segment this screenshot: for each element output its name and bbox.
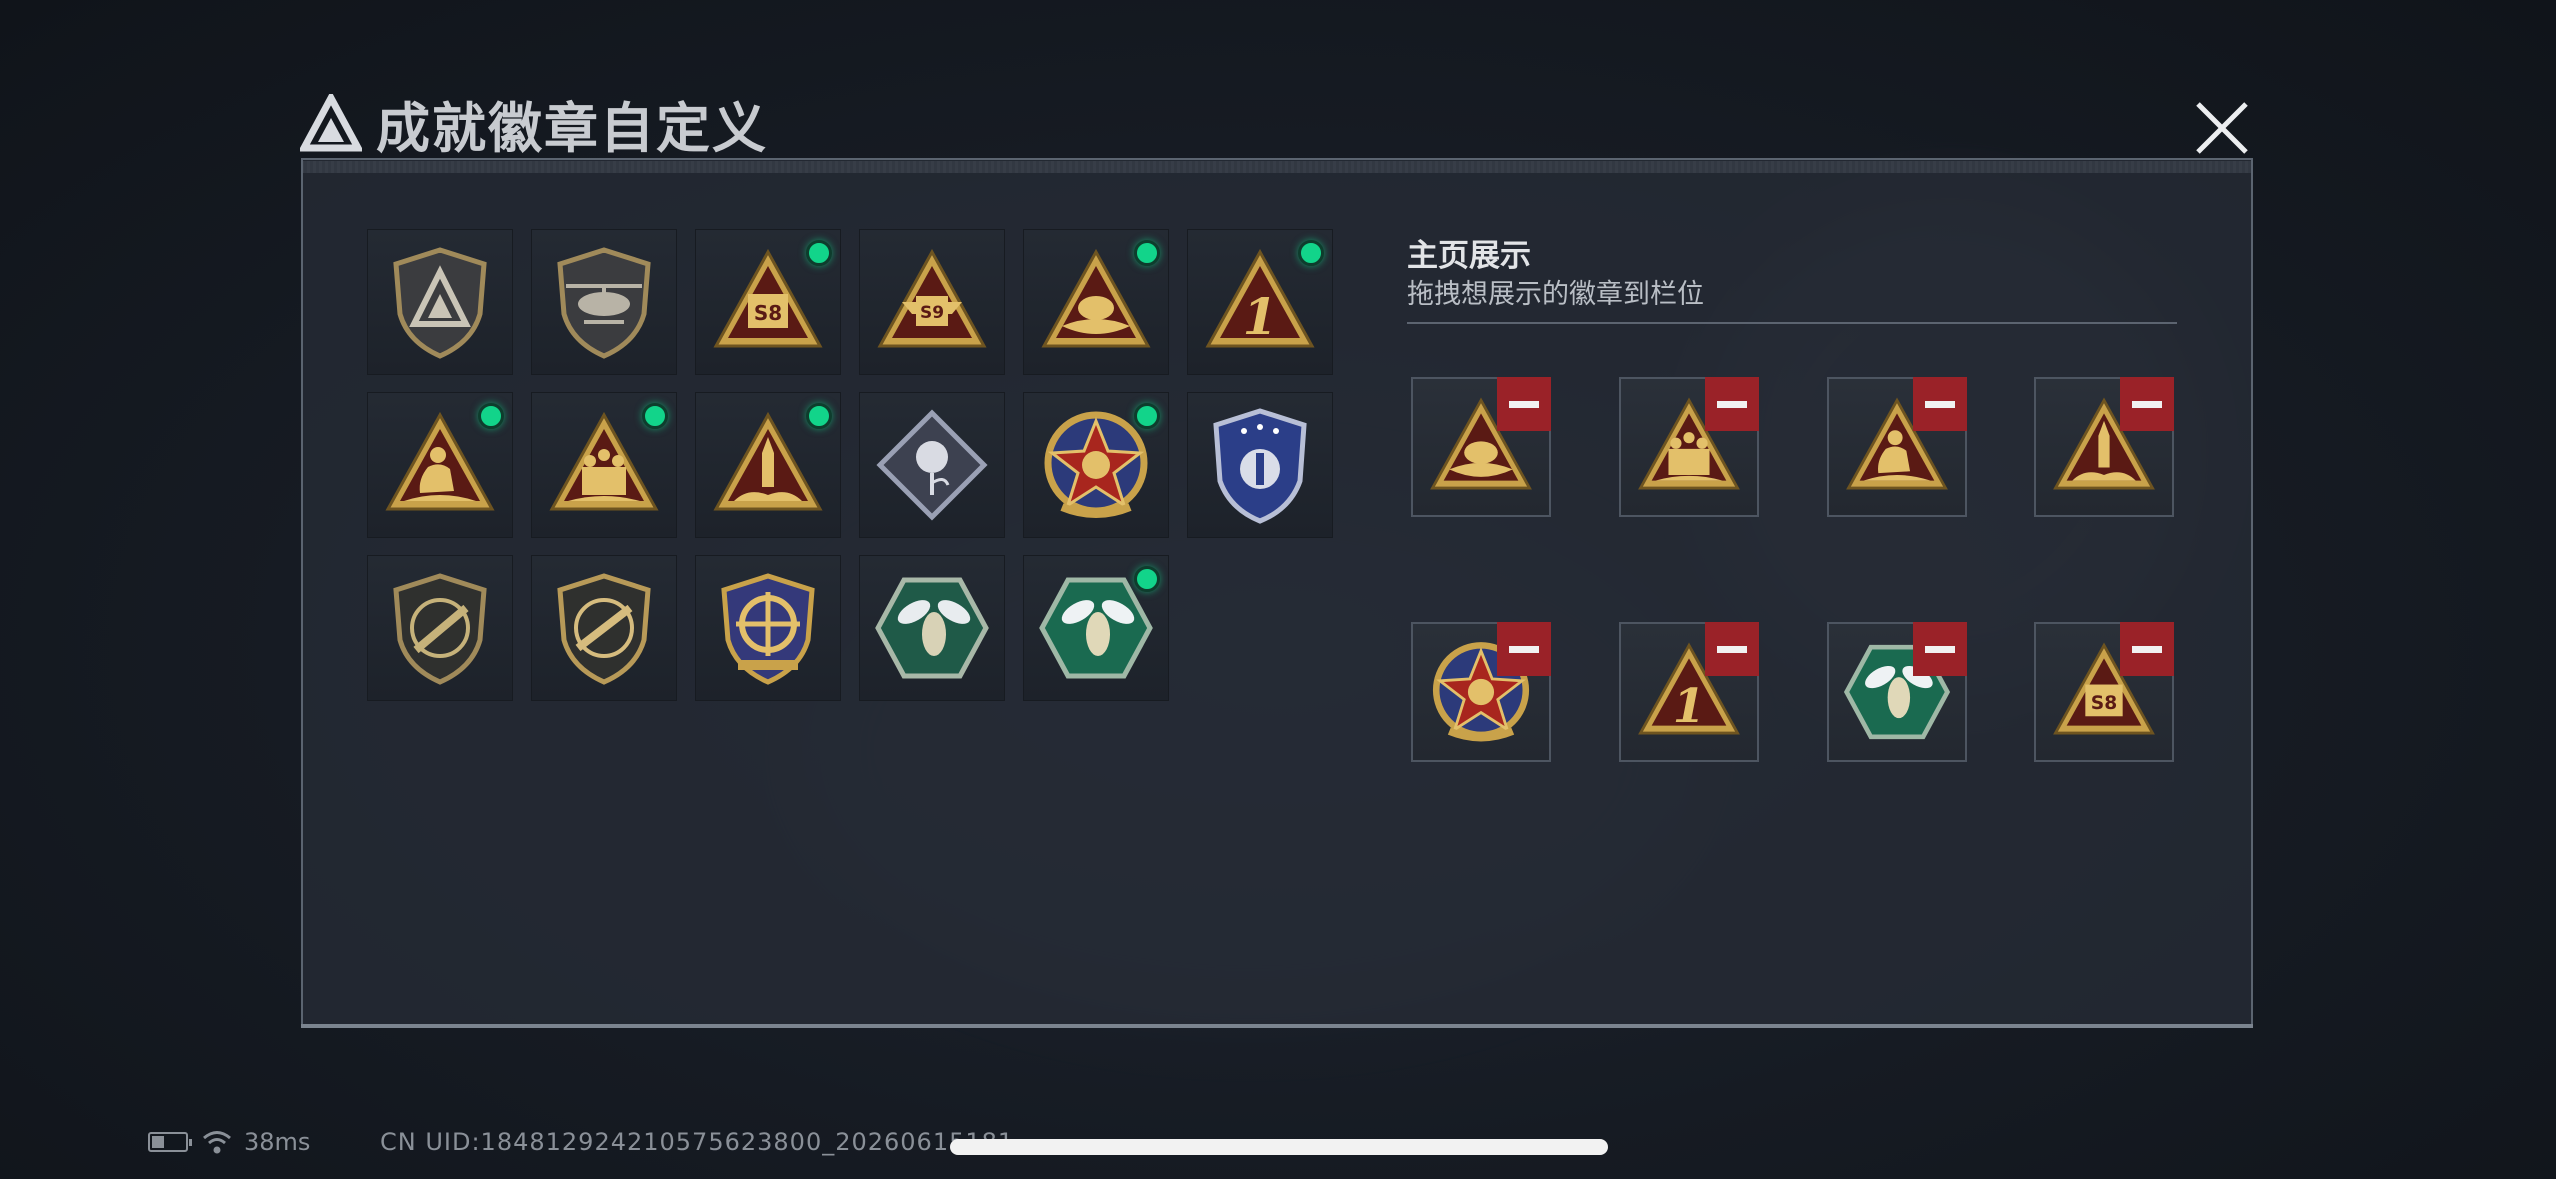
rose-diamond-badge-icon	[876, 409, 988, 521]
crosshair-shield-badge-icon	[721, 573, 815, 685]
svg-text:S8: S8	[754, 301, 782, 325]
badge-cell[interactable]	[859, 555, 1005, 701]
badge-cell[interactable]	[531, 229, 677, 375]
badge-cell[interactable]	[367, 555, 513, 701]
badge-cell[interactable]	[531, 392, 677, 538]
remove-badge-button[interactable]	[1705, 377, 1759, 431]
svg-text:1: 1	[1673, 679, 1705, 734]
showcase-divider	[1407, 322, 2177, 324]
remove-badge-button[interactable]	[1705, 622, 1759, 676]
panel-bottom-border	[301, 1024, 2253, 1028]
new-badge-dot	[806, 403, 832, 429]
showcase-slot[interactable]: S8	[2034, 622, 2174, 762]
badge-cell[interactable]	[695, 392, 841, 538]
showcase-subtitle: 拖拽想展示的徽章到栏位	[1407, 279, 1704, 310]
minus-icon	[1509, 400, 1539, 408]
new-badge-dot	[1134, 240, 1160, 266]
remove-badge-button[interactable]	[1497, 377, 1551, 431]
showcase-slot[interactable]	[1411, 622, 1551, 762]
minus-icon	[2132, 400, 2162, 408]
showcase-slot[interactable]	[1411, 377, 1551, 517]
window-title: 成就徽章自定义	[376, 96, 768, 160]
badge-cell[interactable]: S8	[695, 229, 841, 375]
badge-cell[interactable]	[367, 392, 513, 538]
remove-badge-button[interactable]	[2120, 622, 2174, 676]
shield-helicopter-badge-icon	[557, 247, 651, 359]
uid-text: CN UID:18481292421057562380​0_2026061518…	[380, 1128, 1015, 1156]
remove-badge-button[interactable]	[1913, 622, 1967, 676]
game-logo-icon	[300, 94, 362, 152]
window-header: 成就徽章自定义	[300, 88, 768, 160]
s9-emblem-badge-icon: S9	[877, 248, 987, 348]
showcase-slot[interactable]	[2034, 377, 2174, 517]
minus-icon	[2132, 645, 2162, 653]
svg-text:S8: S8	[2091, 693, 2117, 714]
ping-text: 38ms	[244, 1128, 311, 1156]
remove-badge-button[interactable]	[1913, 377, 1967, 431]
badge-cell[interactable]: 1	[1187, 229, 1333, 375]
showcase-slot[interactable]	[1827, 377, 1967, 517]
battery-icon	[148, 1132, 192, 1152]
minus-icon	[1509, 645, 1539, 653]
showcase-title: 主页展示	[1407, 238, 1531, 274]
remove-badge-button[interactable]	[2120, 377, 2174, 431]
badge-cell[interactable]: S9	[859, 229, 1005, 375]
shield-logo-badge-icon	[393, 247, 487, 359]
new-badge-dot	[1298, 240, 1324, 266]
rifle-shield-badge-icon	[393, 573, 487, 685]
badge-cell[interactable]	[1023, 392, 1169, 538]
minus-icon	[1717, 645, 1747, 653]
badge-cell[interactable]	[1187, 392, 1333, 538]
badge-cell[interactable]	[367, 229, 513, 375]
badge-cell[interactable]	[531, 555, 677, 701]
badge-cell[interactable]	[695, 555, 841, 701]
remove-badge-button[interactable]	[1497, 622, 1551, 676]
new-badge-dot	[1134, 566, 1160, 592]
showcase-slot[interactable]: 1	[1619, 622, 1759, 762]
rifle-shield-gold-badge-icon	[557, 573, 651, 685]
new-badge-dot	[642, 403, 668, 429]
svg-text:1: 1	[1243, 287, 1278, 346]
minus-icon	[1925, 400, 1955, 408]
badge-cell[interactable]	[1023, 555, 1169, 701]
wifi-icon	[203, 1131, 231, 1154]
hornet-hexagon-badge-icon	[875, 577, 989, 679]
minus-icon	[1925, 645, 1955, 653]
status-bar: 38ms	[148, 1128, 310, 1156]
svg-text:S9: S9	[920, 303, 944, 323]
badge-cell[interactable]	[859, 392, 1005, 538]
new-badge-dot	[1134, 403, 1160, 429]
showcase-slot[interactable]	[1827, 622, 1967, 762]
close-icon[interactable]	[2192, 98, 2252, 158]
minus-icon	[1717, 400, 1747, 408]
new-badge-dot	[478, 403, 504, 429]
home-indicator[interactable]	[950, 1139, 1608, 1155]
showcase-slot[interactable]	[1619, 377, 1759, 517]
blue-shield-badge-icon	[1213, 408, 1307, 524]
new-badge-dot	[806, 240, 832, 266]
badge-cell[interactable]	[1023, 229, 1169, 375]
